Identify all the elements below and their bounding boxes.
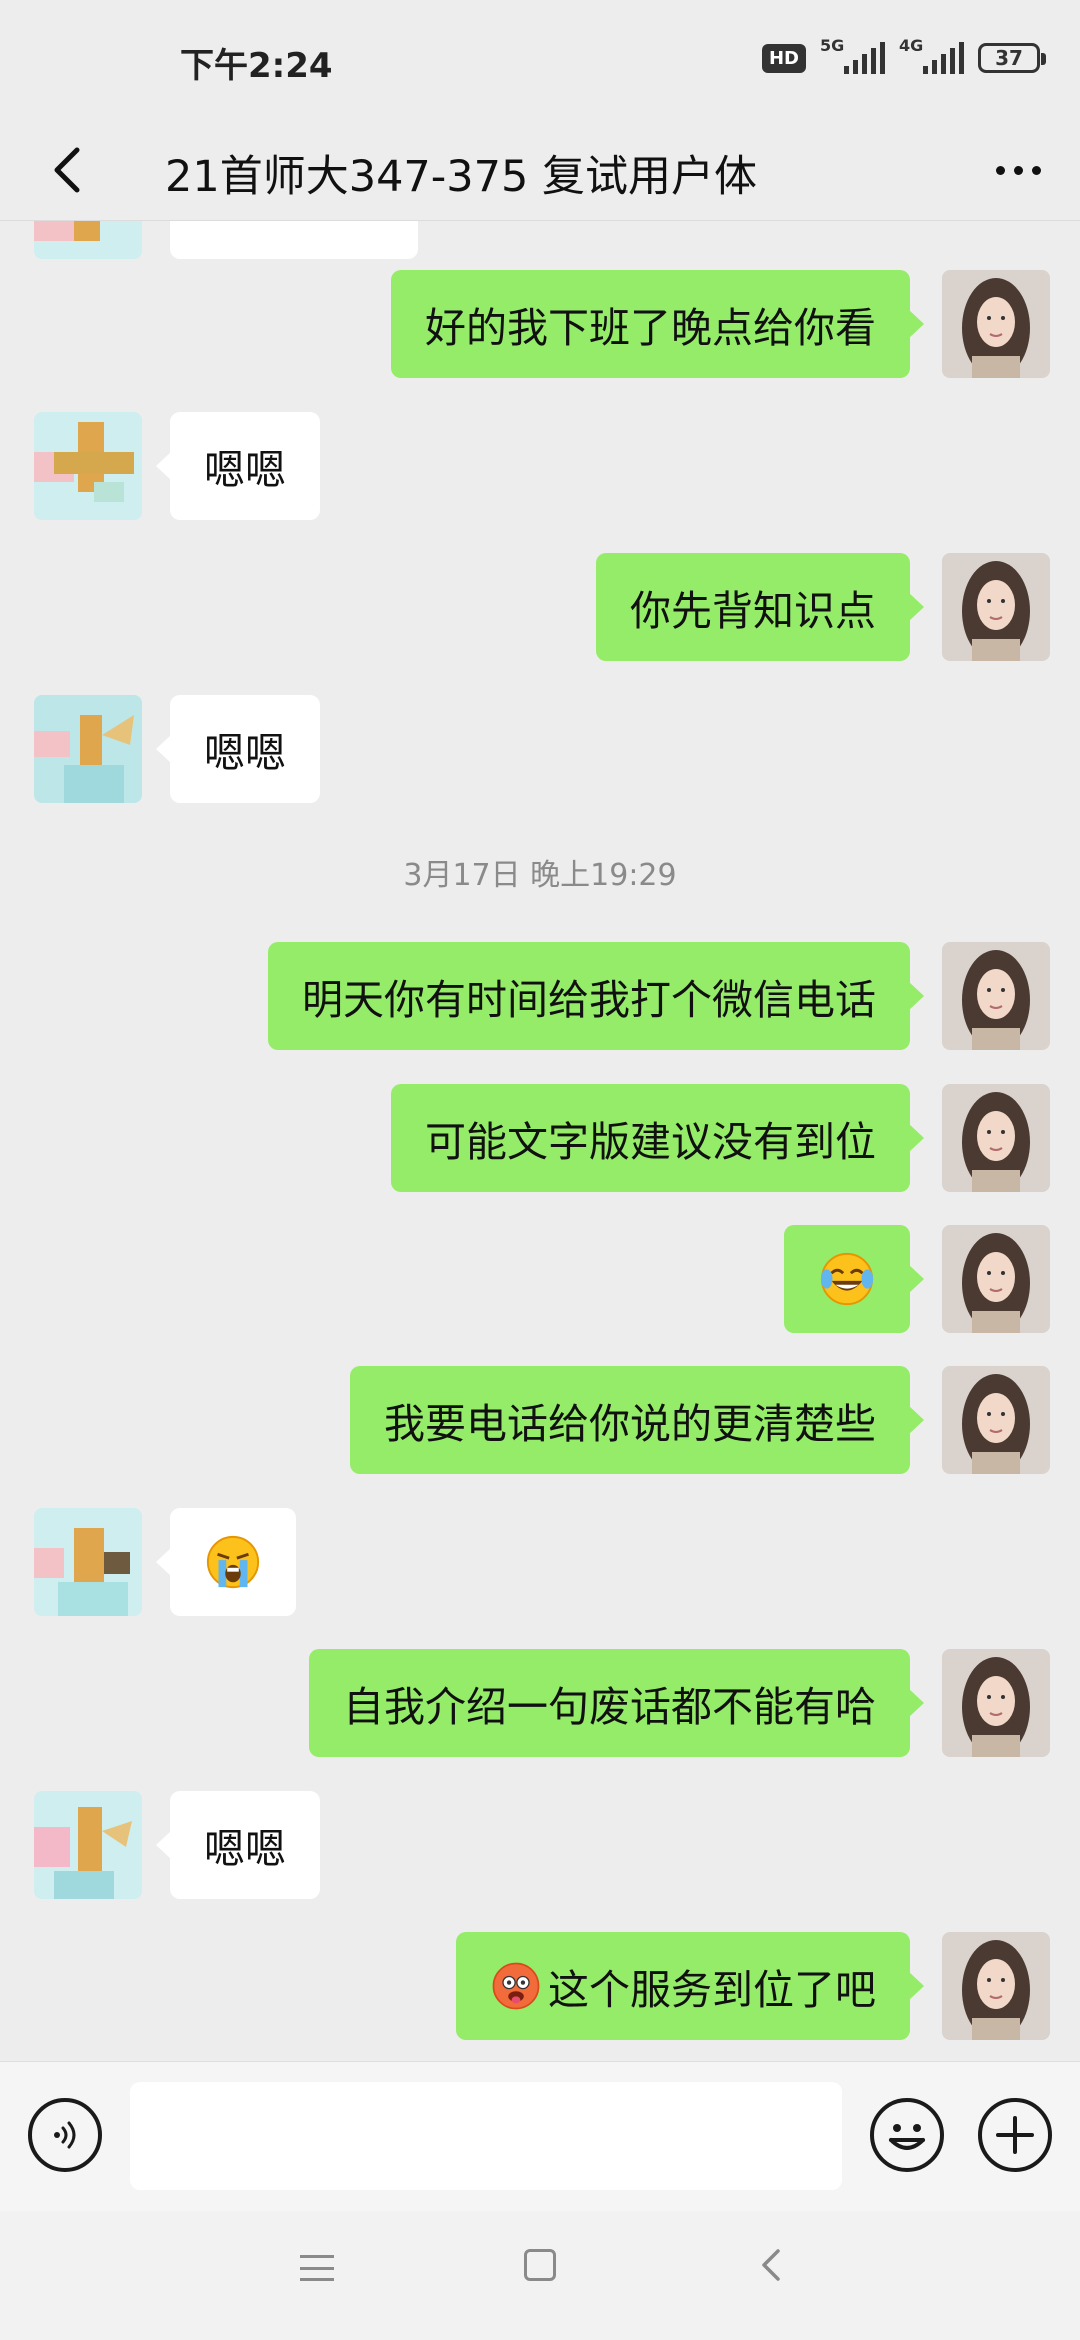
message-bubble-partial[interactable] xyxy=(170,221,418,259)
status-time: 下午2:24 xyxy=(180,46,333,86)
user-avatar[interactable] xyxy=(942,1932,1050,2040)
signal-5g-icon: 5G xyxy=(820,36,885,74)
system-nav-bar xyxy=(0,2211,1080,2340)
laughing-crying-emoji xyxy=(820,1252,874,1306)
message-bubble[interactable]: 嗯嗯 xyxy=(156,1791,320,1899)
message-timestamp: 3月17日 晚上19:29 xyxy=(403,858,677,893)
user-avatar[interactable] xyxy=(942,1084,1050,1192)
plus-icon[interactable] xyxy=(978,2098,1052,2172)
chat-title[interactable]: 21首师大347-375 复试用户体 xyxy=(165,142,925,204)
message-row-received: 嗯嗯 xyxy=(0,695,1080,805)
signal-4g-icon: 4G xyxy=(899,36,964,74)
voice-icon[interactable] xyxy=(28,2098,102,2172)
home-icon[interactable] xyxy=(524,2249,556,2281)
contact-avatar[interactable] xyxy=(34,221,142,259)
status-icons: HD 5G 4G 37 xyxy=(761,36,1046,80)
status-bar: 下午2:24 HD 5G 4G 37 xyxy=(0,0,1080,120)
message-row-sent: 可能文字版建议没有到位 xyxy=(0,1084,1080,1194)
contact-avatar[interactable] xyxy=(34,1508,142,1616)
message-bubble[interactable]: 自我介绍一句废话都不能有哈 xyxy=(309,1649,924,1757)
user-avatar[interactable] xyxy=(942,1649,1050,1757)
message-row-received xyxy=(0,1508,1080,1618)
message-row-sent xyxy=(0,1225,1080,1335)
chat-input-bar xyxy=(0,2061,1080,2212)
message-bubble[interactable]: 可能文字版建议没有到位 xyxy=(391,1084,924,1192)
message-row-sent: 我要电话给你说的更清楚些 xyxy=(0,1366,1080,1476)
message-input[interactable] xyxy=(130,2082,842,2190)
contact-avatar[interactable] xyxy=(34,695,142,803)
message-bubble[interactable]: 你先背知识点 xyxy=(596,553,924,661)
menu-icon[interactable] xyxy=(300,2251,334,2285)
message-bubble[interactable]: 我要电话给你说的更清楚些 xyxy=(350,1366,924,1474)
message-row-sent: 明天你有时间给我打个微信电话 xyxy=(0,942,1080,1052)
smiley-icon[interactable] xyxy=(870,2098,944,2172)
message-bubble[interactable]: 嗯嗯 xyxy=(156,695,320,803)
hot-face-emoji xyxy=(492,1962,540,2010)
message-bubble[interactable]: 这个服务到位了吧 xyxy=(456,1932,924,2040)
back-icon[interactable] xyxy=(38,142,94,198)
hd-badge: HD xyxy=(761,43,806,73)
net-label-5g: 5G xyxy=(820,36,845,55)
battery-icon: 37 xyxy=(978,43,1046,73)
more-icon[interactable] xyxy=(986,142,1050,198)
message-row-sent: 自我介绍一句废话都不能有哈 xyxy=(0,1649,1080,1759)
message-row-sent: 好的我下班了晚点给你看 xyxy=(0,270,1080,380)
contact-avatar[interactable] xyxy=(34,1791,142,1899)
message-bubble[interactable]: 好的我下班了晚点给你看 xyxy=(391,270,924,378)
nav-back-icon[interactable] xyxy=(752,2245,792,2285)
message-bubble[interactable] xyxy=(784,1225,924,1333)
user-avatar[interactable] xyxy=(942,553,1050,661)
battery-level: 37 xyxy=(995,46,1023,70)
loudly-crying-emoji xyxy=(206,1535,260,1589)
chat-header: 21首师大347-375 复试用户体 xyxy=(0,120,1080,220)
net-label-4g: 4G xyxy=(899,36,924,55)
user-avatar[interactable] xyxy=(942,942,1050,1050)
message-bubble[interactable]: 嗯嗯 xyxy=(156,412,320,520)
user-avatar[interactable] xyxy=(942,1225,1050,1333)
user-avatar[interactable] xyxy=(942,1366,1050,1474)
message-bubble[interactable]: 明天你有时间给我打个微信电话 xyxy=(268,942,924,1050)
user-avatar[interactable] xyxy=(942,270,1050,378)
message-row-received: 嗯嗯 xyxy=(0,1791,1080,1901)
message-row-received: 嗯嗯 xyxy=(0,412,1080,522)
message-row-sent: 这个服务到位了吧 xyxy=(0,1932,1080,2042)
message-row-sent: 你先背知识点 xyxy=(0,553,1080,663)
message-list[interactable]: 好的我下班了晚点给你看 嗯嗯 你先背知识点 嗯嗯 3月17日 晚上19:29 明… xyxy=(0,221,1080,2061)
contact-avatar[interactable] xyxy=(34,412,142,520)
message-bubble[interactable] xyxy=(156,1508,296,1616)
